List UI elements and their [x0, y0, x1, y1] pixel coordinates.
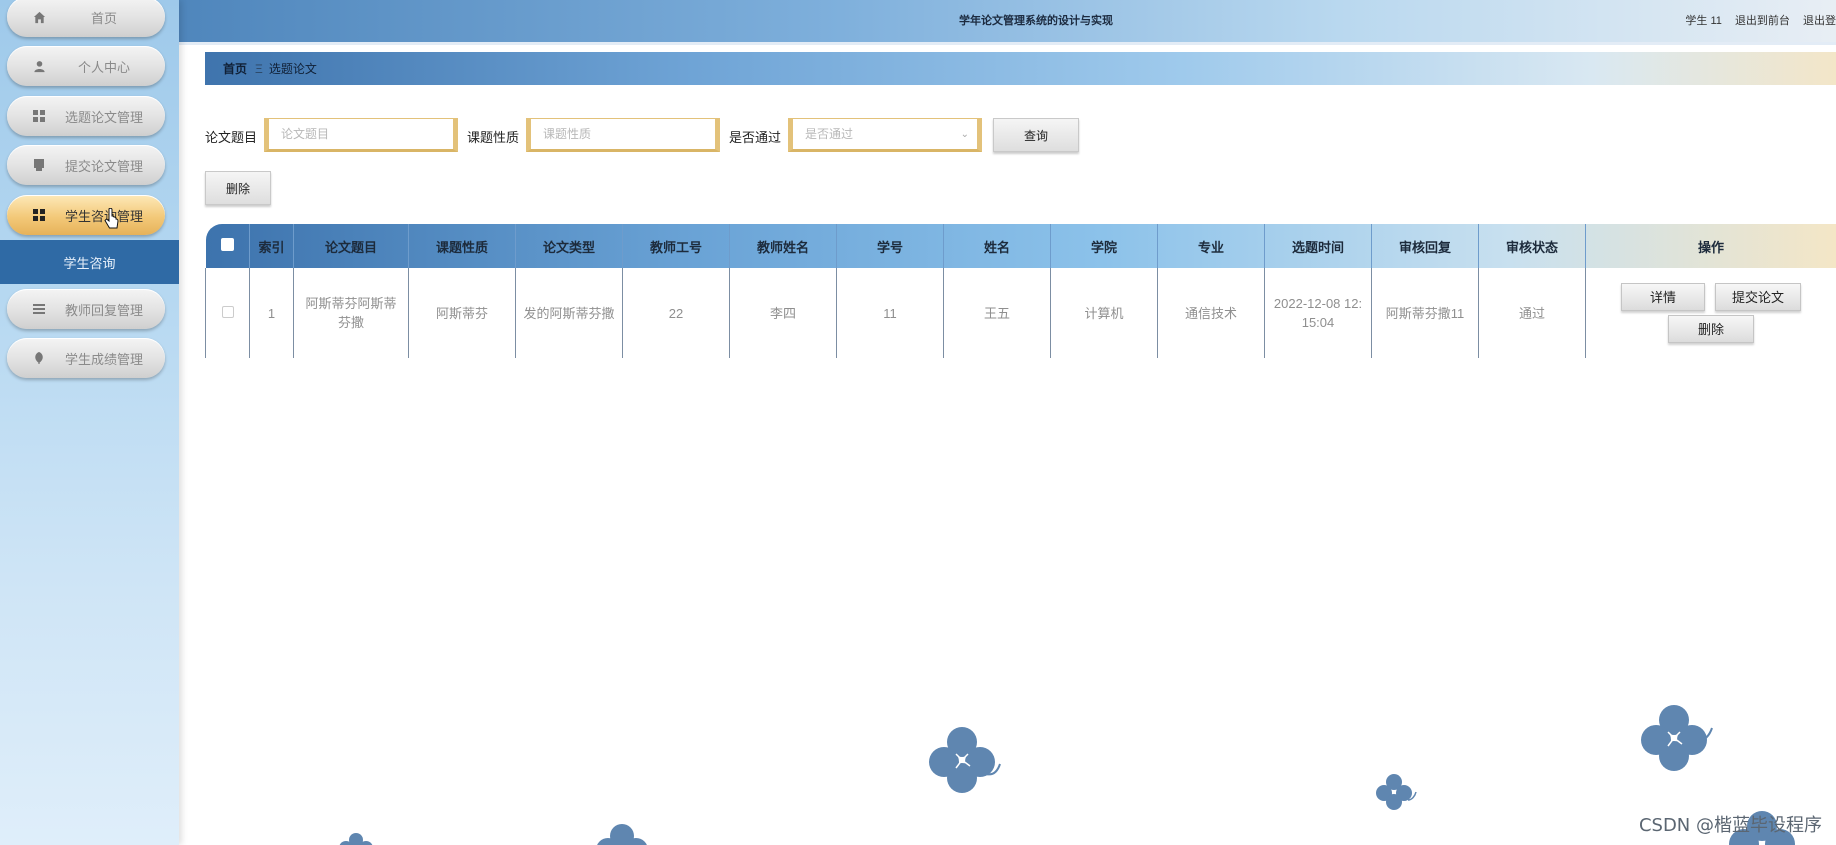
- column-header: 教师姓名: [729, 224, 837, 268]
- sidebar-item-student-consult[interactable]: 学生咨询管理: [7, 195, 165, 235]
- sidebar-item-label: 首页: [90, 10, 117, 26]
- breadcrumb: 首页 Ξ 选题论文: [205, 52, 1836, 85]
- table-row: 1 阿斯蒂芬阿斯蒂芬撒 阿斯蒂芬 发的阿斯蒂芬撒 22 李四 11 王五 计算机…: [205, 268, 1836, 358]
- back-to-frontend-link[interactable]: 退出到前台: [1735, 15, 1790, 27]
- sidebar-item-teacher-reply[interactable]: 教师回复管理: [7, 289, 165, 329]
- sidebar-item-label: 教师回复管理: [64, 302, 143, 318]
- submenu-item-student-consult[interactable]: 学生咨询: [0, 240, 179, 284]
- app-title: 学年论文管理系统的设计与实现: [959, 15, 1113, 27]
- column-header: 姓名: [943, 224, 1051, 268]
- cell-actions: 详情 提交论文 删除: [1585, 268, 1836, 358]
- column-header: 索引: [249, 224, 294, 268]
- column-header: 课题性质: [408, 224, 516, 268]
- top-header: 学年论文管理系统的设计与实现 学生 11 退出到前台 退出登: [179, 0, 1836, 45]
- sidebar: 首页 个人中心 选题论文管理 提交论文管理 学生咨询管理 学生咨询 教师回复管理: [0, 0, 179, 845]
- sidebar-item-profile[interactable]: 个人中心: [7, 46, 165, 86]
- clover-decoration-icon: [929, 727, 1001, 793]
- sidebar-item-student-grades[interactable]: 学生成绩管理: [7, 338, 165, 378]
- mouse-cursor-icon: [104, 207, 120, 233]
- column-header: 审核状态: [1478, 224, 1586, 268]
- cell-teacher-name: 李四: [729, 268, 837, 358]
- sidebar-item-topic-thesis[interactable]: 选题论文管理: [7, 96, 165, 136]
- sidebar-item-label: 个人中心: [77, 59, 130, 75]
- passed-filter-select[interactable]: ⌄: [788, 118, 982, 152]
- sidebar-item-label: 提交论文管理: [64, 158, 143, 174]
- passed-filter-input[interactable]: [805, 127, 977, 141]
- nature-filter-label: 课题性质: [467, 130, 520, 145]
- column-header: 论文题目: [293, 224, 409, 268]
- delete-selected-button[interactable]: 删除: [205, 171, 271, 205]
- row-checkbox[interactable]: [221, 305, 234, 318]
- sidebar-item-label: 选题论文管理: [64, 109, 143, 125]
- cell-teacher-id: 22: [622, 268, 730, 358]
- cell-student-id: 11: [836, 268, 944, 358]
- cell-reply: 阿斯蒂芬撒11: [1371, 268, 1479, 358]
- column-header: 操作: [1585, 224, 1836, 268]
- user-icon: [32, 59, 46, 73]
- cell-college: 计算机: [1050, 268, 1158, 358]
- sidebar-item-label: 学生成绩管理: [64, 351, 143, 367]
- breadcrumb-separator: Ξ: [255, 61, 263, 76]
- logout-link[interactable]: 退出登: [1803, 15, 1836, 27]
- select-all-header: [205, 224, 250, 268]
- table-header-row: 索引 论文题目 课题性质 论文类型 教师工号 教师姓名 学号 姓名 学院 专业 …: [205, 224, 1836, 268]
- cell-name: 王五: [943, 268, 1051, 358]
- nature-filter-field: [526, 118, 720, 152]
- column-header: 专业: [1157, 224, 1265, 268]
- column-header: 学院: [1050, 224, 1158, 268]
- detail-button[interactable]: 详情: [1621, 283, 1705, 311]
- column-header: 学号: [836, 224, 944, 268]
- title-filter-label: 论文题目: [205, 130, 258, 145]
- clover-decoration-icon: [339, 833, 373, 845]
- delete-row-button[interactable]: 删除: [1668, 315, 1754, 343]
- column-header: 论文类型: [515, 224, 623, 268]
- cell-major: 通信技术: [1157, 268, 1265, 358]
- cell-nature: 阿斯蒂芬: [408, 268, 516, 358]
- current-user-label: 学生 11: [1685, 15, 1722, 27]
- row-select-cell: [205, 268, 250, 358]
- list-icon: [32, 302, 46, 316]
- submit-thesis-button[interactable]: 提交论文: [1715, 283, 1801, 311]
- column-header: 审核回复: [1371, 224, 1479, 268]
- cell-status: 通过: [1478, 268, 1586, 358]
- clover-decoration-icon: [1376, 774, 1417, 810]
- leaf-icon: [32, 351, 46, 365]
- thesis-table: 索引 论文题目 课题性质 论文类型 教师工号 教师姓名 学号 姓名 学院 专业 …: [205, 224, 1836, 358]
- nature-filter-input[interactable]: [543, 127, 715, 141]
- passed-filter-label: 是否通过: [729, 130, 782, 145]
- title-filter-field: [264, 118, 458, 152]
- cell-index: 1: [249, 268, 294, 358]
- clover-decoration-icon: [1641, 705, 1713, 771]
- sidebar-item-home[interactable]: 首页: [7, 0, 165, 37]
- column-header: 选题时间: [1264, 224, 1372, 268]
- grid-icon: [32, 109, 46, 123]
- cell-title: 阿斯蒂芬阿斯蒂芬撒: [293, 268, 409, 358]
- query-button[interactable]: 查询: [993, 118, 1079, 152]
- column-header: 教师工号: [622, 224, 730, 268]
- top-links: 学生 11 退出到前台 退出登: [1675, 12, 1836, 28]
- cell-type: 发的阿斯蒂芬撒: [515, 268, 623, 358]
- grid-icon: [32, 208, 46, 222]
- sidebar-item-submit-thesis[interactable]: 提交论文管理: [7, 145, 165, 185]
- title-filter-input[interactable]: [281, 127, 453, 141]
- home-icon: [32, 10, 46, 24]
- cell-time: 2022-12-08 12:15:04: [1264, 268, 1372, 358]
- breadcrumb-home-link[interactable]: 首页: [223, 60, 247, 77]
- clover-decoration-icon: [597, 824, 647, 845]
- breadcrumb-current: 选题论文: [268, 62, 317, 76]
- watermark: CSDN @楷蓝毕设程序: [1638, 815, 1822, 836]
- select-all-checkbox[interactable]: [220, 238, 234, 251]
- document-icon: [32, 158, 46, 172]
- chevron-down-icon: ⌄: [960, 129, 969, 140]
